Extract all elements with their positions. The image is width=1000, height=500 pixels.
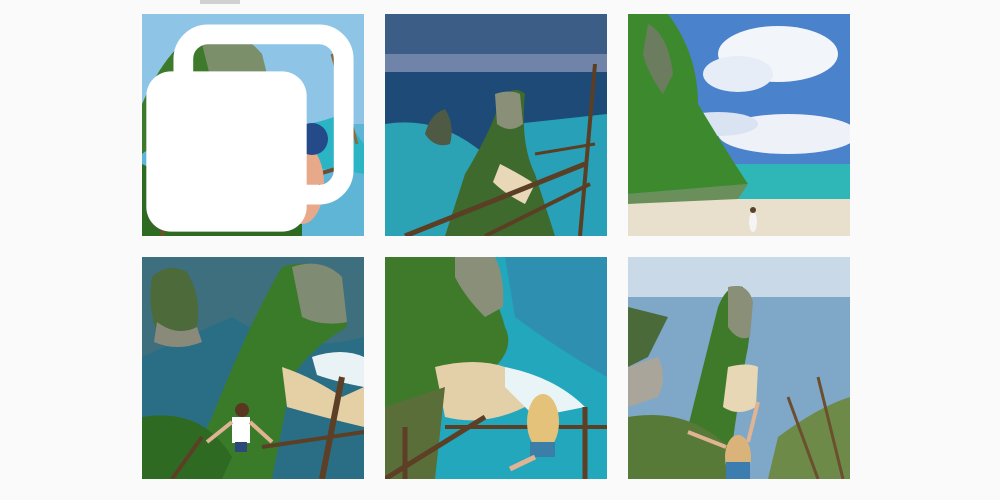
cropped-caption-fragment (200, 0, 240, 4)
post-image-4 (142, 257, 364, 479)
grid-post-5[interactable] (385, 257, 607, 479)
grid-post-4[interactable] (142, 257, 364, 479)
post-image-3 (628, 14, 850, 236)
carousel-icon (146, 24, 354, 232)
grid-post-6[interactable] (628, 257, 850, 479)
post-image-6 (628, 257, 850, 479)
grid-post-1[interactable] (142, 14, 364, 236)
post-image-5 (385, 257, 607, 479)
grid-post-3[interactable] (628, 14, 850, 236)
post-image-2 (385, 14, 607, 236)
grid-post-2[interactable] (385, 14, 607, 236)
photo-grid (0, 0, 1000, 500)
